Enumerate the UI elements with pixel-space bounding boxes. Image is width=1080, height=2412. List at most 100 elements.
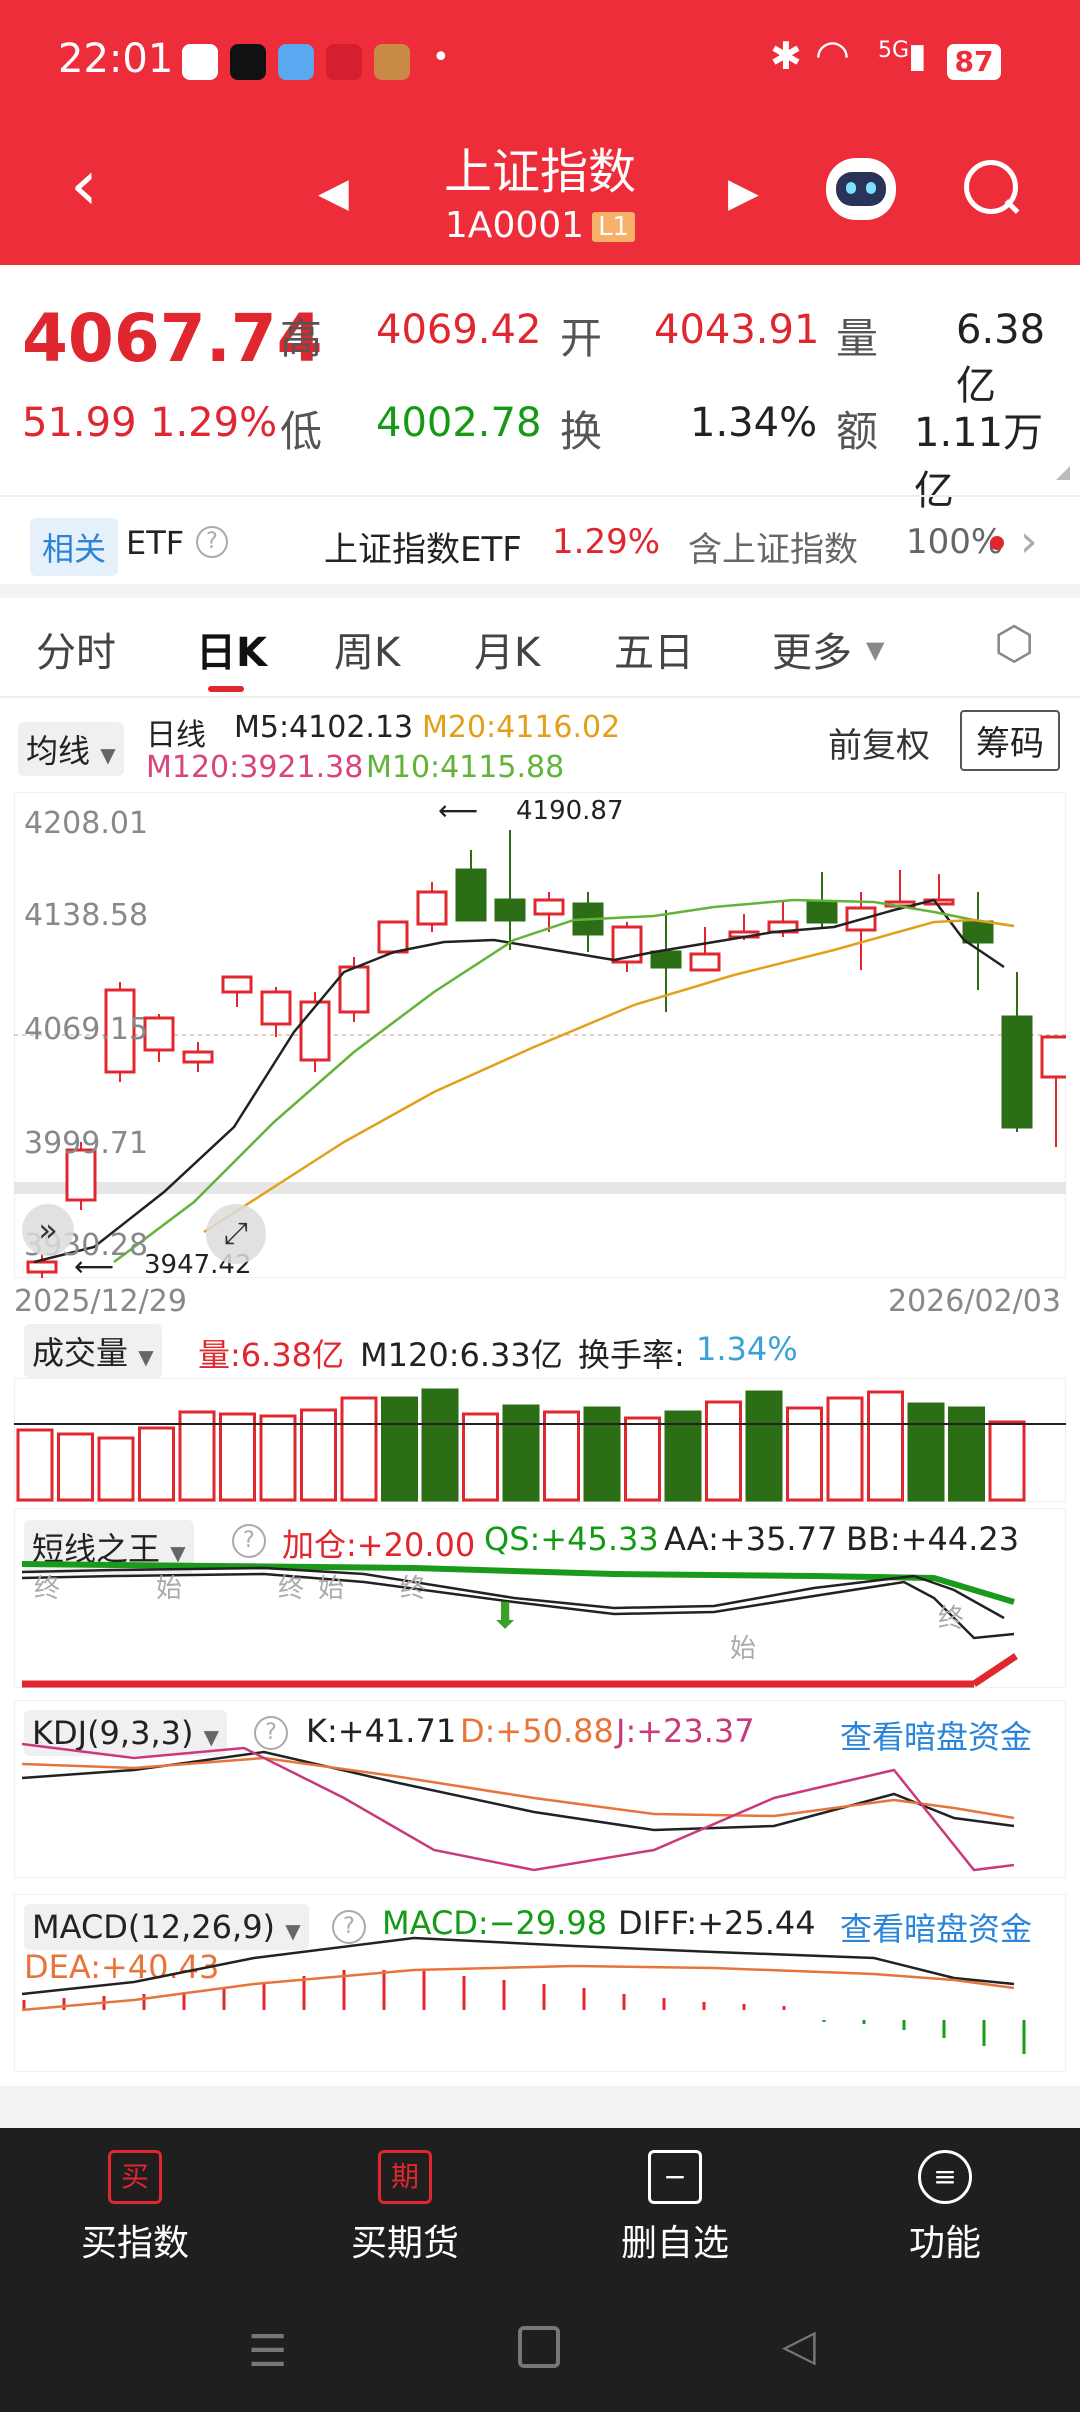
volume-bar (97, 1436, 135, 1502)
tab-daily-k[interactable]: 日K (196, 620, 267, 678)
candle-body (494, 898, 526, 922)
chevron-right-icon[interactable]: › (1020, 516, 1038, 567)
volume-bar (867, 1390, 904, 1502)
buy-futures-button[interactable]: 期 买期货 (270, 2150, 540, 2266)
weather-icon (278, 44, 314, 80)
buy-icon: 买 (108, 2150, 162, 2204)
menu-icon: ≡ (918, 2150, 972, 2204)
expand-corner-icon[interactable] (1056, 466, 1070, 480)
network-label: 5G (878, 38, 910, 63)
nav-back-icon[interactable]: ◁ (782, 2320, 816, 2371)
candle-body (260, 990, 292, 1026)
dx-mark-1: 始 (156, 1574, 183, 1604)
candle-body (455, 868, 487, 922)
y-tick-0: 4208.01 (24, 806, 149, 841)
tab-five-day[interactable]: 五日 (614, 620, 694, 678)
tab-more[interactable]: 更多 (772, 620, 852, 678)
jiacang-line-rise (972, 1653, 1018, 1687)
volume-bar (664, 1410, 702, 1502)
dx-mark-3: 始 (318, 1574, 345, 1604)
y-tick-2: 4069.15 (24, 1012, 149, 1047)
active-tab-indicator (208, 686, 244, 692)
turnover-label: 换 (560, 407, 603, 456)
buy-index-button[interactable]: 买 买指数 (0, 2150, 270, 2266)
volume-bar (138, 1426, 175, 1502)
turnover-rate-value: 1.34% (696, 1330, 798, 1368)
volume-label: 量 (836, 314, 879, 363)
volume-selector[interactable]: 成交量 ▼ (24, 1324, 162, 1378)
app-notification-icon (182, 44, 218, 80)
macd-chart[interactable] (14, 1894, 1066, 2072)
ma-selector[interactable]: 均线 ▼ (18, 722, 124, 776)
volume-bar (786, 1406, 823, 1502)
candle-body (182, 1050, 214, 1064)
page-title: 上证指数 (443, 144, 636, 200)
volume-bar (381, 1396, 418, 1502)
more-dropdown-icon: ▼ (866, 636, 885, 664)
functions-button[interactable]: ≡ 功能 (810, 2150, 1080, 2266)
wifi-icon: ◠ (815, 32, 850, 78)
dx-mark-0: 终 (34, 1574, 61, 1604)
volume-bar (988, 1420, 1026, 1502)
open-label: 开 (560, 314, 603, 363)
game-icon (374, 44, 410, 80)
next-stock-icon[interactable]: ▶ (728, 170, 759, 216)
candle-body (533, 898, 565, 916)
adjust-selector[interactable]: 前复权 (828, 718, 930, 767)
help-icon[interactable]: ? (196, 526, 228, 558)
candle-body (299, 1000, 331, 1062)
volume-bar (826, 1396, 864, 1502)
volume-bar (583, 1406, 621, 1502)
turnover-value: 1.34% (690, 400, 818, 446)
tab-weekly-k[interactable]: 周K (334, 620, 400, 678)
tab-fenshi[interactable]: 分时 (36, 620, 116, 678)
volume-m120: M120:6.33亿 (360, 1336, 563, 1374)
high-label: 高 (280, 314, 323, 363)
more-dot-icon: • (432, 40, 450, 75)
tiktok-icon (230, 44, 266, 80)
candle-body (377, 920, 409, 954)
volume-bar (745, 1390, 783, 1502)
kline-chart[interactable] (14, 792, 1066, 1278)
remove-watchlist-label: 删自选 (620, 2223, 729, 2264)
battery-icon: 87 (947, 44, 1001, 80)
fast-forward-icon[interactable]: » (22, 1204, 74, 1256)
volume-bar (340, 1396, 378, 1502)
volume-bar (543, 1410, 580, 1502)
robot-assistant-icon[interactable] (826, 158, 896, 220)
volume-bar (219, 1412, 256, 1502)
section-separator (0, 584, 1080, 598)
max-marker-arrow: ⟵ (438, 794, 479, 827)
y-tick-1: 4138.58 (24, 898, 149, 933)
tab-monthly-k[interactable]: 月K (474, 620, 540, 678)
candle-body (416, 890, 448, 926)
volume-chart[interactable] (14, 1378, 1066, 1502)
volume-bar (178, 1410, 216, 1502)
fullscreen-icon[interactable]: ⤢ (206, 1204, 266, 1264)
nav-menu-icon[interactable]: ☰ (248, 2326, 287, 2377)
ma10-label: M10:4115.88 (366, 750, 565, 785)
etf-pct: 1.29% (552, 522, 661, 562)
candle-body (26, 1260, 58, 1274)
section-separator (0, 2086, 1080, 2128)
chevron-down-icon: ▼ (138, 1345, 154, 1369)
kdj-j-line (21, 1742, 1015, 1872)
kdj-chart[interactable] (14, 1700, 1066, 1878)
volume-bar (421, 1388, 459, 1502)
nav-home-icon[interactable] (518, 2326, 560, 2368)
status-time: 22:01 (58, 36, 174, 82)
etf-ratio: 100% (906, 522, 1004, 562)
ma-selector-label: 均线 (26, 732, 91, 770)
down-arrow-icon: ⬇ (490, 1596, 521, 1637)
settings-hex-icon[interactable]: ⬡ (994, 620, 1034, 666)
chevron-down-icon: ▼ (100, 743, 116, 767)
etf-name[interactable]: 上证指数ETF (324, 522, 522, 571)
volume-bar (502, 1404, 540, 1502)
level-badge: L1 (592, 212, 636, 242)
remove-watchlist-button[interactable]: − 删自选 (540, 2150, 810, 2266)
ma5-label: M5:4102.13 (234, 710, 414, 745)
chips-button[interactable]: 筹码 (960, 710, 1060, 771)
amount-value: 1.11万亿 (914, 410, 1044, 514)
kdj-k-line (21, 1750, 1015, 1832)
max-marker: 4190.87 (516, 796, 624, 826)
